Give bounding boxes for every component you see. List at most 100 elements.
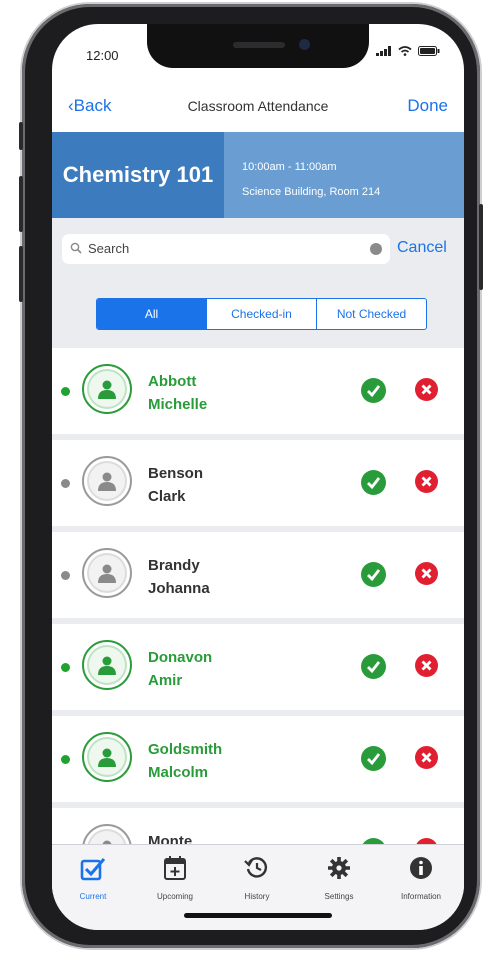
navigation-bar: ‹Back Classroom Attendance Done (52, 80, 464, 132)
page-title: Classroom Attendance (187, 98, 329, 114)
close-icon (421, 384, 432, 395)
filter-not-checked[interactable]: Not Checked (316, 299, 426, 329)
check-in-button[interactable] (361, 470, 386, 495)
status-icons (376, 46, 440, 56)
check-in-button[interactable] (361, 378, 386, 403)
student-row[interactable]: Goldsmith Malcolm (52, 716, 464, 802)
search-icon (70, 242, 82, 254)
tab-label: Upcoming (156, 892, 193, 901)
close-icon (421, 568, 432, 579)
person-icon (98, 472, 116, 491)
check-in-button[interactable] (361, 746, 386, 771)
avatar (82, 640, 132, 690)
student-last-name: Brandy (148, 557, 200, 574)
filter-area: All Checked-in Not Checked (52, 276, 464, 348)
student-row[interactable]: Brandy Johanna (52, 532, 464, 618)
tab-label: History (244, 892, 270, 901)
tab-upcoming[interactable]: Upcoming (134, 855, 216, 901)
battery-icon (418, 46, 440, 56)
student-name: Donavon Amir (148, 646, 212, 692)
filter-checked-in[interactable]: Checked-in (206, 299, 316, 329)
student-name: Brandy Johanna (148, 554, 210, 600)
mark-absent-button[interactable] (415, 654, 438, 677)
course-name: Chemistry 101 (52, 132, 224, 218)
tab-settings[interactable]: Settings (298, 855, 380, 901)
student-first-name: Malcolm (148, 764, 209, 781)
course-location: Science Building, Room 214 (242, 186, 381, 198)
student-row[interactable]: Benson Clark (52, 440, 464, 526)
check-icon (367, 477, 381, 490)
status-time: 12:00 (86, 48, 119, 63)
power-button (479, 204, 483, 290)
course-details: 10:00am - 11:00am Science Building, Room… (224, 132, 464, 218)
filter-all[interactable]: All (97, 299, 206, 329)
student-first-name: Amir (148, 672, 183, 689)
tab-information[interactable]: Information (380, 855, 462, 901)
check-icon (367, 385, 381, 398)
course-header: Chemistry 101 10:00am - 11:00am Science … (52, 132, 464, 218)
student-row[interactable]: Abbott Michelle (52, 348, 464, 434)
student-row[interactable]: Donavon Amir (52, 624, 464, 710)
student-name: Benson Clark (148, 462, 203, 508)
status-dot (61, 387, 70, 396)
front-camera (299, 39, 310, 50)
student-first-name: Johanna (148, 580, 210, 597)
avatar (82, 732, 132, 782)
mark-absent-button[interactable] (415, 470, 438, 493)
tab-label: Current (79, 892, 107, 901)
student-first-name: Michelle (148, 396, 208, 413)
home-indicator (184, 913, 332, 918)
person-icon (98, 380, 116, 399)
signal-icon (376, 46, 391, 56)
close-icon (421, 476, 432, 487)
notch (147, 24, 369, 68)
person-icon (98, 656, 116, 675)
clear-search-icon[interactable] (370, 243, 382, 255)
app-screen: 12:00 ‹Back Classroom Attendance Done Ch… (52, 24, 464, 930)
check-icon (367, 753, 381, 766)
mute-switch (19, 122, 23, 150)
calendar-add-icon (164, 856, 186, 880)
cancel-search-button[interactable]: Cancel (397, 239, 447, 257)
person-icon (98, 748, 116, 767)
student-name: Goldsmith Malcolm (148, 738, 222, 784)
close-icon (421, 660, 432, 671)
search-input[interactable]: Search (62, 234, 390, 264)
status-dot (61, 755, 70, 764)
search-placeholder: Search (88, 241, 130, 256)
mark-absent-button[interactable] (415, 562, 438, 585)
tab-label: Settings (324, 892, 354, 901)
check-in-button[interactable] (361, 562, 386, 587)
gear-icon (328, 857, 350, 879)
student-last-name: Donavon (148, 649, 213, 666)
close-icon (421, 752, 432, 763)
student-first-name: Clark (148, 488, 186, 505)
tab-current[interactable]: Current (52, 855, 134, 901)
person-icon (98, 564, 116, 583)
tab-history[interactable]: History (216, 855, 298, 901)
check-in-button[interactable] (361, 654, 386, 679)
mark-absent-button[interactable] (415, 746, 438, 769)
wifi-icon (398, 46, 412, 56)
check-icon (367, 661, 381, 674)
student-last-name: Abbott (148, 373, 197, 390)
volume-down-button (19, 246, 23, 302)
course-time: 10:00am - 11:00am (242, 161, 337, 173)
status-dot (61, 663, 70, 672)
student-last-name: Goldsmith (148, 741, 223, 758)
mark-absent-button[interactable] (415, 378, 438, 401)
status-dot (61, 571, 70, 580)
check-icon (367, 569, 381, 582)
volume-up-button (19, 176, 23, 232)
filter-segmented-control: All Checked-in Not Checked (96, 298, 427, 330)
checkbox-icon (80, 858, 106, 881)
history-icon (244, 857, 268, 878)
done-button[interactable]: Done (407, 96, 448, 116)
avatar (82, 548, 132, 598)
student-last-name: Benson (148, 465, 204, 482)
search-bar: Search Cancel (52, 218, 464, 276)
student-name: Abbott Michelle (148, 370, 207, 416)
avatar (82, 364, 132, 414)
status-dot (61, 479, 70, 488)
info-icon (410, 857, 432, 879)
